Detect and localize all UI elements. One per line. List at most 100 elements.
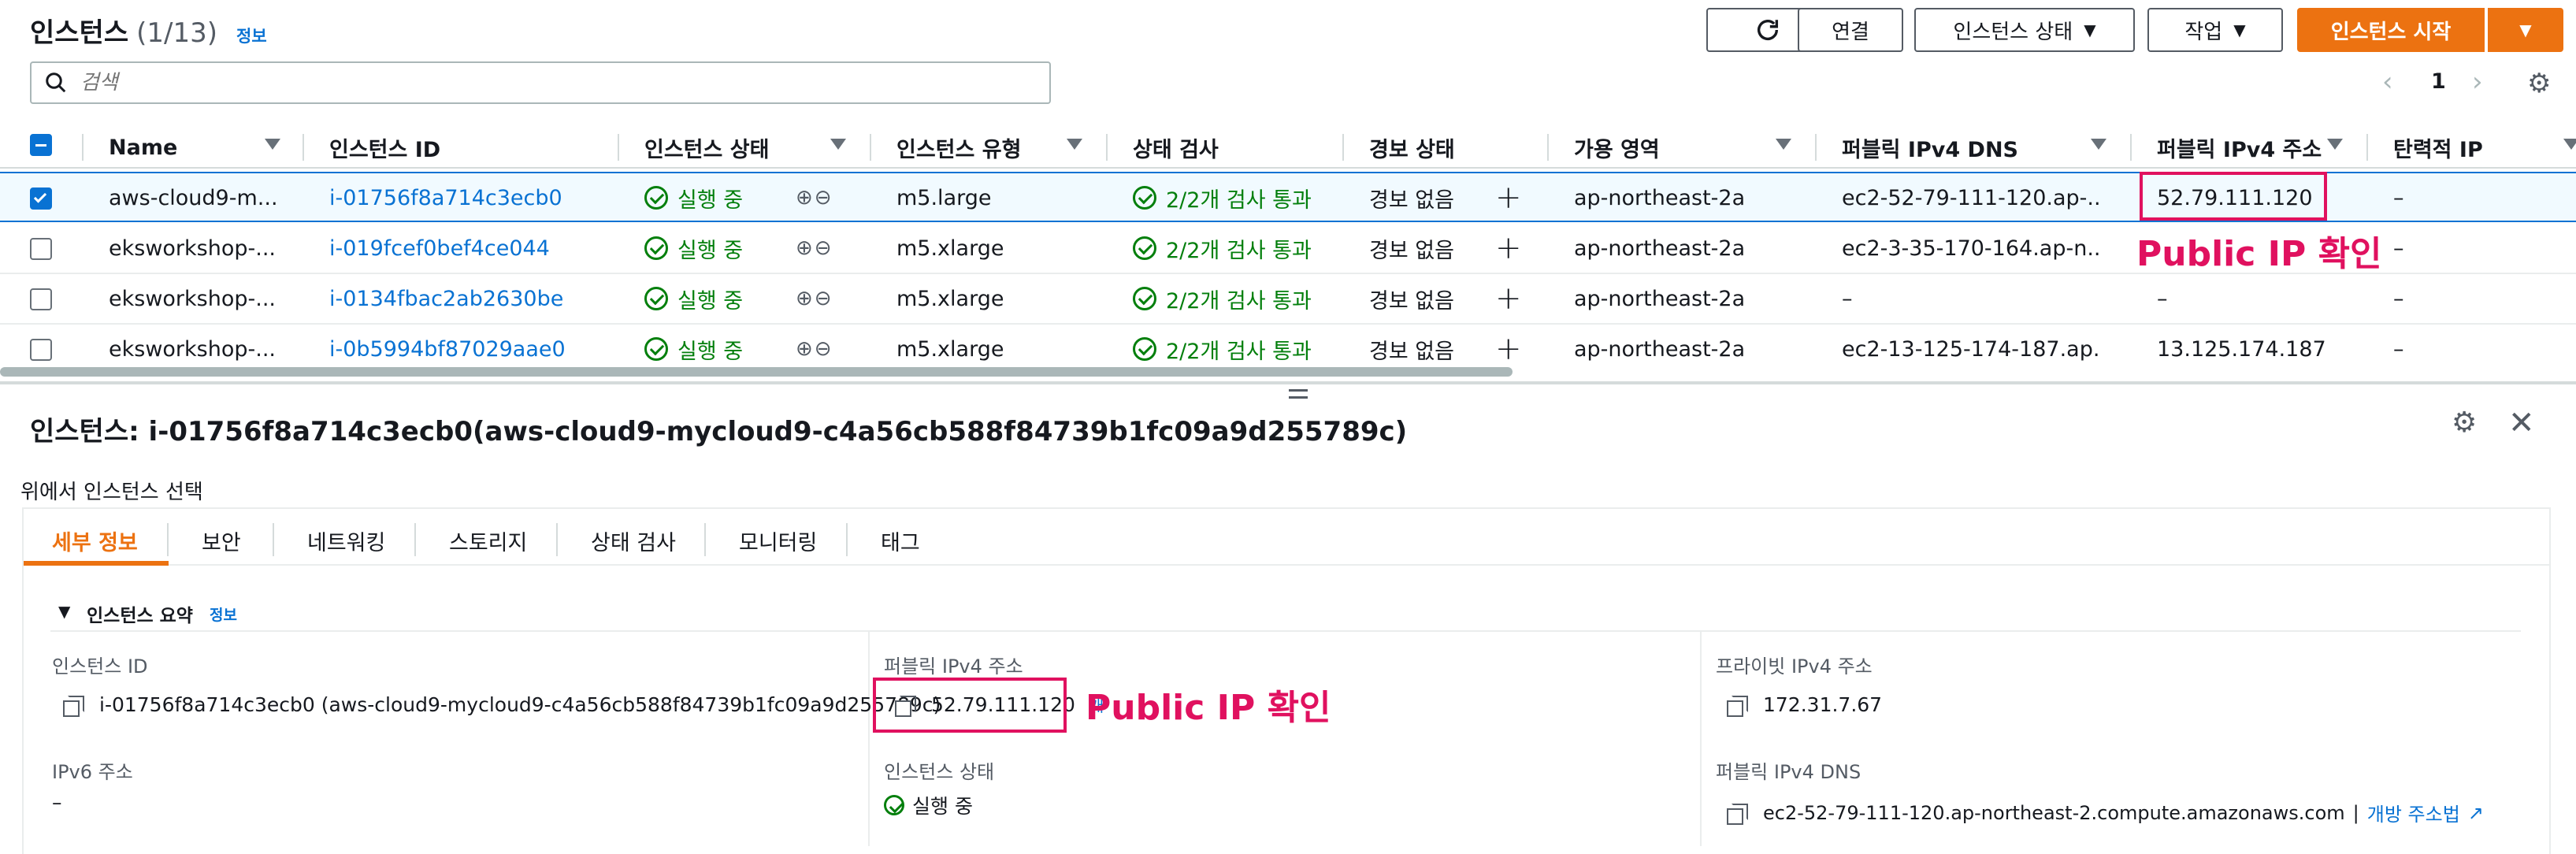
add-alarm-icon[interactable]: + [1495,325,1522,373]
col-public-ip[interactable]: 퍼블릭 IPv4 주소 [2157,128,2322,167]
row-instance-id-link[interactable]: i-0134fbac2ab2630be [329,274,563,323]
collapse-caret-icon[interactable]: ▼ [58,602,70,621]
filter-caret-icon[interactable] [265,139,280,150]
settings-gear-icon[interactable]: ⚙ [2527,68,2551,99]
column-divider [870,134,871,161]
success-check-icon [644,186,668,210]
row-alarm: 경보 없음 [1369,238,1454,263]
row-name: aws-cloud9-m... [109,185,278,210]
next-page-icon[interactable]: › [2472,66,2483,98]
row-state-label: 실행 중 [677,339,744,364]
tab-details[interactable]: 세부 정보 [52,520,138,561]
row-state: 실행 중 [644,274,743,323]
open-address-link[interactable]: 개방 주소법 [2367,799,2460,826]
tabs-divider [24,564,2549,566]
tab-networking[interactable]: 네트워킹 [307,520,385,561]
row-checkbox[interactable] [30,238,52,260]
launch-dropdown-button[interactable]: ▼ [2488,8,2563,52]
row-instance-id-link[interactable]: i-0b5994bf87029aae0 [329,325,566,373]
col-alarm-status[interactable]: 경보 상태 [1369,128,1455,167]
filter-caret-icon[interactable] [1067,139,1082,150]
filter-caret-icon[interactable] [2091,139,2106,150]
filter-caret-icon[interactable] [1776,139,1791,150]
horizontal-scrollbar[interactable] [0,367,1513,377]
tab-security[interactable]: 보안 [202,520,241,561]
highlight-box [873,678,1067,733]
tab-storage[interactable]: 스토리지 [449,520,527,561]
zoom-icons[interactable]: ⊕⊖ [796,325,833,373]
summary-title: 인스턴스 요약 [87,606,193,626]
row-instance-id-link[interactable]: i-01756f8a714c3ecb0 [329,173,562,222]
tab-status-checks[interactable]: 상태 검사 [591,520,676,561]
row-checkbox[interactable] [30,188,52,210]
private-ip-label: 프라이빗 IPv4 주소 [1716,655,1873,678]
copy-icon[interactable] [1727,695,1748,717]
select-all-checkbox[interactable] [30,134,52,156]
row-checkbox[interactable] [30,288,52,310]
actions-label: 작업 [2184,20,2223,44]
add-alarm-icon[interactable]: + [1495,274,1522,323]
row-dns: ec2-13-125-174-187.ap... [1842,336,2102,362]
col-instance-id[interactable]: 인스턴스 ID [329,128,440,167]
row-check-label: 2/2개 검사 통과 [1166,288,1312,314]
separator: | [2352,801,2359,824]
row-name: eksworkshop-... [109,236,276,261]
row-check-label: 2/2개 검사 통과 [1166,238,1312,263]
copy-icon[interactable] [63,695,84,717]
zoom-icons[interactable]: ⊕⊖ [796,224,833,273]
col-status-check[interactable]: 상태 검사 [1133,128,1219,167]
tab-monitoring[interactable]: 모니터링 [739,520,817,561]
detail-settings-gear-icon[interactable]: ⚙ [2452,407,2477,439]
filter-caret-icon[interactable] [830,139,846,150]
instance-count: (1/13) [136,17,218,49]
tab-tags[interactable]: 태그 [881,520,920,561]
connect-button[interactable]: 연결 [1798,8,1903,52]
col-public-dns[interactable]: 퍼블릭 IPv4 DNS [1842,128,2018,167]
filter-caret-icon[interactable] [2563,139,2576,150]
instance-state-button[interactable]: 인스턴스 상태 ▼ [1914,8,2135,52]
add-alarm-icon[interactable]: + [1495,224,1522,273]
col-instance-type[interactable]: 인스턴스 유형 [896,128,1021,167]
page-number[interactable]: 1 [2431,69,2446,94]
row-check: 2/2개 검사 통과 [1133,173,1312,222]
instance-id-text: i-01756f8a714c3ecb0 (aws-cloud9-mycloud9… [99,693,941,716]
table-row[interactable]: eksworkshop-... i-0b5994bf87029aae0 실행 중… [0,325,2576,369]
table-row[interactable]: eksworkshop-... i-0134fbac2ab2630be 실행 중… [0,274,2576,325]
search-box[interactable] [30,61,1051,104]
col-name[interactable]: Name [109,128,177,167]
launch-instance-button[interactable]: 인스턴스 시작 [2297,8,2485,52]
prev-page-icon[interactable]: ‹ [2382,66,2393,98]
row-check: 2/2개 검사 통과 [1133,274,1312,323]
success-check-icon [644,337,668,361]
external-link-icon[interactable]: ↗ [2468,802,2484,824]
column-divider [1815,134,1817,161]
row-alarm: 경보 없음 [1369,339,1454,364]
ipv6-value: – [52,791,62,814]
row-state-label: 실행 중 [677,288,744,314]
row-instance-id-link[interactable]: i-019fcef0bef4ce044 [329,224,550,273]
actions-button[interactable]: 작업 ▼ [2147,8,2283,52]
row-dns: – [1842,286,1853,311]
copy-icon[interactable] [1727,803,1748,825]
zoom-icons[interactable]: ⊕⊖ [796,274,833,323]
info-link[interactable]: 정보 [236,24,267,47]
zoom-icons[interactable]: ⊕⊖ [796,173,833,222]
col-availability-zone[interactable]: 가용 영역 [1574,128,1660,167]
launch-label: 인스턴스 시작 [2330,20,2452,44]
tab-divider [414,523,416,556]
search-input[interactable] [80,71,1026,95]
private-ip-text: 172.31.7.67 [1763,693,1883,716]
row-public-ip: – [2157,286,2168,311]
close-icon[interactable]: ✕ [2508,405,2535,441]
row-state-label: 실행 중 [677,238,744,263]
col-instance-state[interactable]: 인스턴스 상태 [644,128,769,167]
summary-info-link[interactable]: 정보 [210,603,237,625]
row-check-label: 2/2개 검사 통과 [1166,188,1312,213]
add-alarm-icon[interactable]: + [1495,173,1522,222]
col-elastic-ip[interactable]: 탄력적 IP [2393,128,2483,167]
row-type: m5.large [896,185,992,210]
row-checkbox[interactable] [30,339,52,361]
row-check: 2/2개 검사 통과 [1133,224,1312,273]
resize-handle-icon[interactable] [1289,389,1308,399]
filter-caret-icon[interactable] [2327,139,2343,150]
